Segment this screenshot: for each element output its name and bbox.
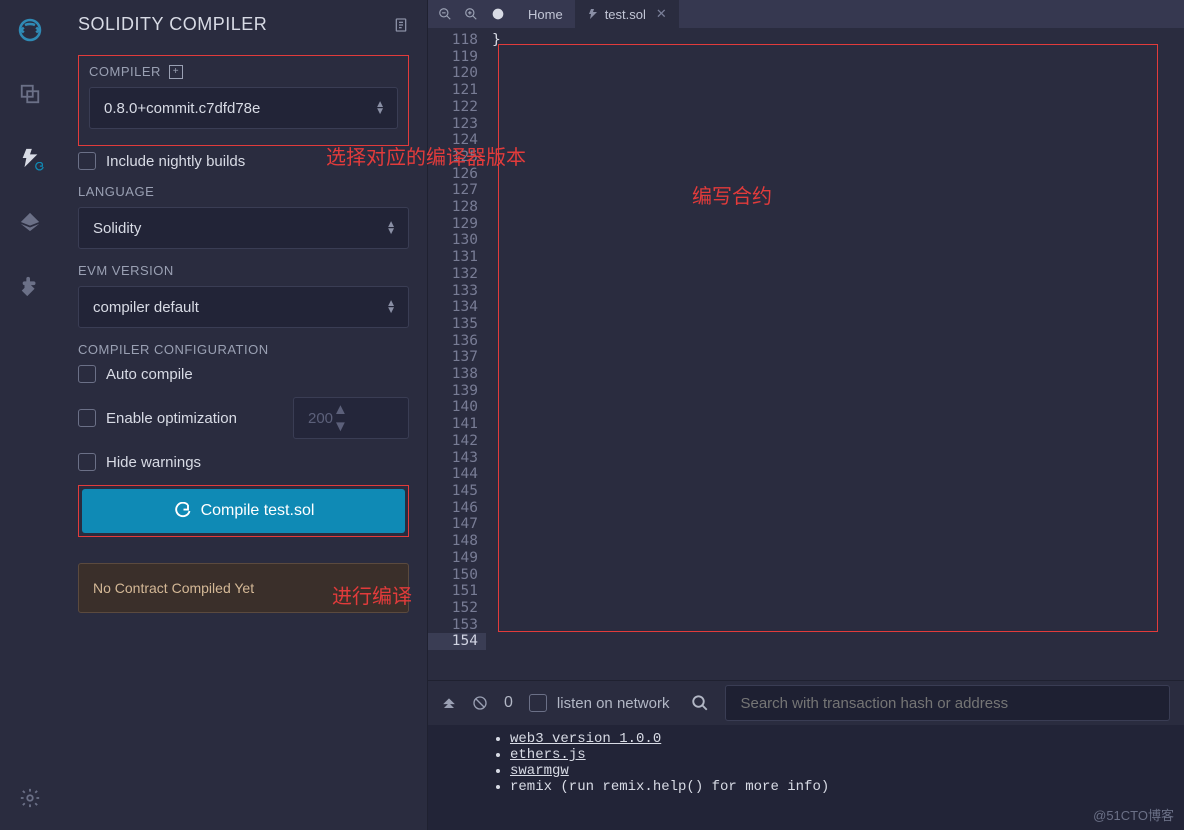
- zoom-in-icon[interactable]: [464, 7, 478, 21]
- tab-home[interactable]: Home: [516, 0, 575, 28]
- autocompile-label: Auto compile: [106, 366, 193, 383]
- hidewarnings-checkbox[interactable]: [78, 453, 96, 471]
- add-compiler-icon[interactable]: +: [169, 65, 183, 79]
- refresh-icon: [173, 502, 191, 520]
- code-text: }: [492, 32, 501, 48]
- deploy-icon[interactable]: [12, 204, 48, 240]
- home-icon[interactable]: [490, 6, 506, 22]
- terminal-output: web3 version 1.0.0ethers.jsswarmgwremix …: [428, 725, 1184, 830]
- icon-sidebar: [0, 0, 60, 830]
- remix-logo-icon[interactable]: [12, 12, 48, 48]
- zoom-out-icon[interactable]: [438, 7, 452, 21]
- file-explorer-icon[interactable]: [12, 76, 48, 112]
- language-value: Solidity: [93, 220, 141, 237]
- close-tab-icon[interactable]: ✕: [656, 6, 667, 22]
- language-label: LANGUAGE: [78, 184, 409, 199]
- compiler-panel: SOLIDITY COMPILER COMPILER + 0.8.0+commi…: [60, 0, 428, 830]
- watermark: @51CTO博客: [1093, 805, 1174, 824]
- runs-input[interactable]: 200 ▲▼: [293, 397, 409, 439]
- docs-icon[interactable]: [393, 17, 409, 33]
- evm-value: compiler default: [93, 299, 199, 316]
- terminal-search-input[interactable]: [725, 685, 1170, 721]
- line-gutter: 1181191201211221231241251261271281291301…: [428, 28, 486, 680]
- no-contract-message: No Contract Compiled Yet: [78, 563, 409, 613]
- optimize-checkbox[interactable]: [78, 409, 96, 427]
- terminal-toggle-icon[interactable]: [442, 698, 456, 708]
- terminal: 0 listen on network web3 version 1.0.0et…: [428, 680, 1184, 830]
- tab-testfile[interactable]: test.sol ✕: [575, 0, 679, 28]
- tab-file-label: test.sol: [605, 7, 646, 22]
- chevron-updown-icon: ▲▼: [375, 101, 385, 115]
- language-select[interactable]: Solidity ▲▼: [78, 207, 409, 249]
- main-area: Home test.sol ✕ 118119120121122123124125…: [428, 0, 1184, 830]
- evm-select[interactable]: compiler default ▲▼: [78, 286, 409, 328]
- panel-title: SOLIDITY COMPILER: [78, 14, 267, 35]
- pending-count: 0: [504, 694, 513, 712]
- code-area[interactable]: }: [486, 28, 1184, 680]
- config-label: COMPILER CONFIGURATION: [78, 342, 409, 357]
- hidewarnings-label: Hide warnings: [106, 454, 201, 471]
- solidity-file-icon: [587, 8, 599, 20]
- listen-label: listen on network: [557, 695, 670, 712]
- chevron-updown-icon: ▲▼: [386, 221, 396, 235]
- autocompile-checkbox[interactable]: [78, 365, 96, 383]
- optimize-label: Enable optimization: [106, 410, 283, 427]
- compiler-label: COMPILER: [89, 64, 161, 79]
- chevron-updown-icon: ▲▼: [386, 300, 396, 314]
- chevron-updown-icon: ▲▼: [333, 401, 348, 435]
- compile-button-label: Compile test.sol: [201, 502, 315, 520]
- nightly-checkbox[interactable]: [78, 152, 96, 170]
- listen-checkbox[interactable]: [529, 694, 547, 712]
- settings-icon[interactable]: [12, 780, 48, 816]
- clear-icon[interactable]: [472, 695, 488, 711]
- evm-label: EVM VERSION: [78, 263, 409, 278]
- search-icon[interactable]: [691, 694, 709, 712]
- code-editor[interactable]: 1181191201211221231241251261271281291301…: [428, 28, 1184, 680]
- compiler-icon[interactable]: [12, 140, 48, 176]
- plugin-icon[interactable]: [12, 268, 48, 304]
- tab-home-label: Home: [528, 7, 563, 22]
- runs-value: 200: [308, 410, 333, 427]
- compiler-value: 0.8.0+commit.c7dfd78e: [104, 100, 260, 117]
- nightly-label: Include nightly builds: [106, 153, 245, 170]
- tab-bar: Home test.sol ✕: [428, 0, 1184, 28]
- compiler-select[interactable]: 0.8.0+commit.c7dfd78e ▲▼: [89, 87, 398, 129]
- compile-button[interactable]: Compile test.sol: [82, 489, 405, 533]
